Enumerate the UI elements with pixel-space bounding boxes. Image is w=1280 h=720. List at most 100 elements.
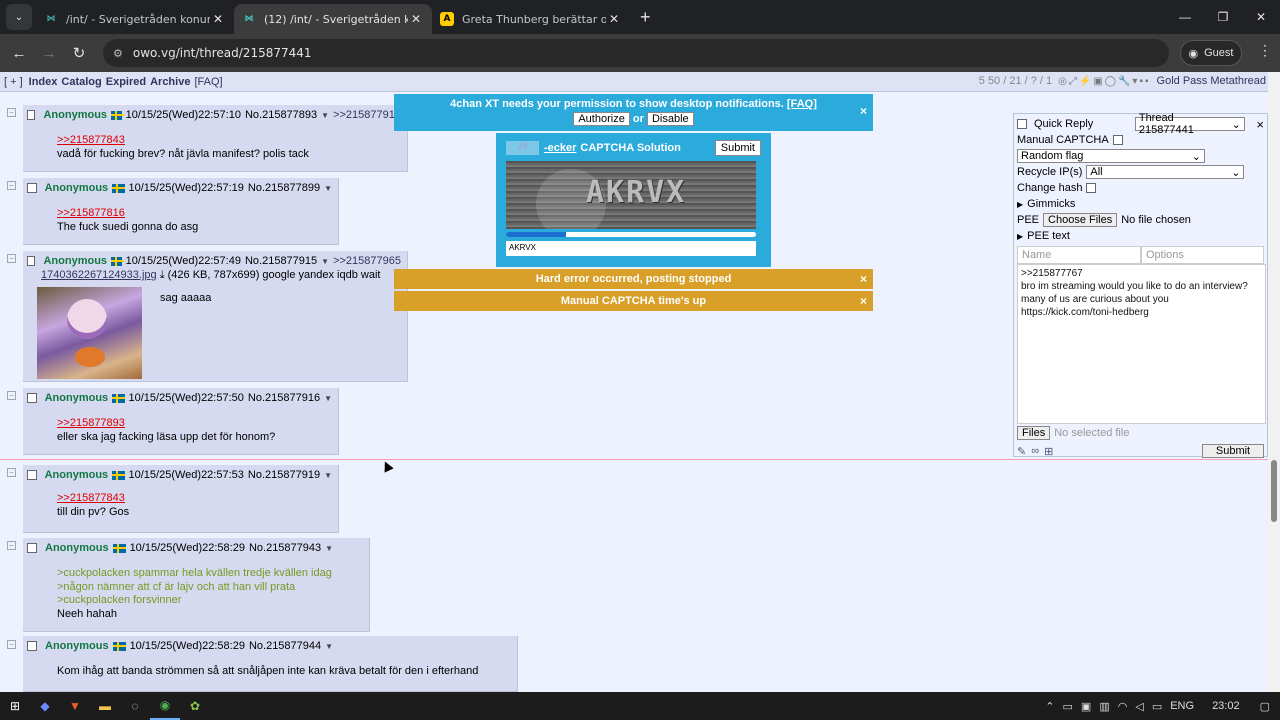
address-bar[interactable]: ⚙ owo.vg/int/thread/215877441 xyxy=(103,39,1169,67)
windows-start-icon[interactable]: ⊞ xyxy=(0,692,30,720)
backlink[interactable]: >>215877916 xyxy=(333,109,401,121)
post-number[interactable]: No.215877919 xyxy=(248,469,320,481)
hide-post-icon[interactable]: − xyxy=(7,108,16,117)
post-number[interactable]: No.215877943 xyxy=(249,542,321,554)
tray-icon[interactable]: ▥ xyxy=(1099,700,1109,713)
captcha-slider[interactable] xyxy=(506,232,756,237)
file-details[interactable]: (426 KB, 787x699) google yandex iqdb wai… xyxy=(168,269,381,281)
brave-icon[interactable]: ▼ xyxy=(60,692,90,720)
choose-files-button[interactable]: Choose Files xyxy=(1043,213,1118,227)
hide-post-icon[interactable]: − xyxy=(7,640,16,649)
notification-faq-link[interactable]: [FAQ] xyxy=(787,98,817,110)
post-number[interactable]: No.215877893 xyxy=(245,109,317,121)
notifications-icon[interactable]: ▢ xyxy=(1260,700,1270,713)
quote-link[interactable]: >>215877816 xyxy=(57,207,332,221)
clock[interactable]: 23:02 xyxy=(1212,700,1240,712)
quote-link[interactable]: >>215877843 xyxy=(57,492,332,506)
nav-expired-link[interactable]: Expired xyxy=(106,76,146,88)
post-checkbox[interactable] xyxy=(27,256,36,266)
quick-reply-pin-checkbox[interactable] xyxy=(1017,119,1027,129)
gimmicks-toggle[interactable]: ▶ Gimmicks xyxy=(1017,196,1264,212)
pee-text-toggle[interactable]: ▶ PEE text xyxy=(1017,228,1264,244)
files-button[interactable]: Files xyxy=(1017,426,1051,440)
browser-tab-3[interactable]: A Greta Thunberg berättar om sk ✕ xyxy=(432,4,630,34)
submit-button[interactable]: Submit xyxy=(1202,444,1264,458)
quote-link[interactable]: >>215877893 xyxy=(57,417,332,431)
forward-icon[interactable]: → xyxy=(34,45,64,62)
browser-tab-2[interactable]: ⋈ (12) /int/ - Sverigetråden konun ✕ xyxy=(234,4,432,34)
post-checkbox[interactable] xyxy=(27,470,37,480)
tray-icon[interactable]: ▣ xyxy=(1081,700,1091,713)
battery-icon[interactable]: ▭ xyxy=(1152,700,1162,713)
tab-close-icon[interactable]: ✕ xyxy=(210,12,226,26)
nav-archive-link[interactable]: Archive xyxy=(150,76,190,88)
volume-icon[interactable]: ◁ xyxy=(1135,700,1143,713)
post-checkbox[interactable] xyxy=(27,641,37,651)
post-menu-icon[interactable]: ▼ xyxy=(324,184,332,193)
wifi-icon[interactable]: ◠ xyxy=(1118,700,1128,713)
post-number[interactable]: No.215877899 xyxy=(248,182,320,194)
post-number[interactable]: No.215877916 xyxy=(248,392,320,404)
nav-index-link[interactable]: Index xyxy=(29,76,58,88)
quote-link[interactable]: >>215877843 xyxy=(57,134,401,148)
manual-captcha-checkbox[interactable] xyxy=(1112,135,1123,145)
download-icon[interactable]: ⤓ xyxy=(160,269,165,281)
hide-post-icon[interactable]: − xyxy=(7,254,16,263)
scrollbar[interactable] xyxy=(1268,72,1280,692)
tray-icon[interactable]: ▭ xyxy=(1063,700,1073,713)
browser-tab-1[interactable]: ⋈ /int/ - Sverigetråden konungen ✕ xyxy=(36,4,234,34)
thread-select[interactable]: Thread 215877441 ⌄ xyxy=(1134,112,1245,136)
post-menu-icon[interactable]: ▼ xyxy=(325,544,333,553)
tab-close-icon[interactable]: ✕ xyxy=(408,12,424,26)
nav-faq-link[interactable]: [FAQ] xyxy=(194,76,222,88)
chevron-up-icon[interactable]: ⌃ xyxy=(1045,700,1054,713)
hide-post-icon[interactable]: − xyxy=(7,391,16,400)
flag-select[interactable]: Random flag ⌄ xyxy=(1017,149,1205,163)
close-window-icon[interactable]: ✕ xyxy=(1242,0,1280,34)
app-icon[interactable]: ◆ xyxy=(30,692,60,720)
change-hash-checkbox[interactable] xyxy=(1086,183,1097,193)
folder-icon[interactable]: ▬ xyxy=(90,692,120,720)
post-number[interactable]: No.215877915 xyxy=(245,255,317,267)
post-menu-icon[interactable]: ▼ xyxy=(324,471,332,480)
post-menu-icon[interactable]: ▼ xyxy=(325,642,333,651)
scrollbar-thumb[interactable] xyxy=(1271,460,1277,522)
back-icon[interactable]: ← xyxy=(4,45,34,62)
menu-icon[interactable]: ⋮ xyxy=(1258,42,1272,59)
close-icon[interactable]: × xyxy=(860,104,867,118)
profile-button[interactable]: ◉ Guest xyxy=(1180,40,1242,66)
nav-catalog-link[interactable]: Catalog xyxy=(61,76,101,88)
settings-icon[interactable]: ◌ xyxy=(120,692,150,720)
chrome-icon[interactable]: ◉ xyxy=(150,692,180,720)
disable-button[interactable]: Disable xyxy=(646,112,694,126)
post-thumbnail[interactable] xyxy=(37,287,142,379)
authorize-button[interactable]: Authorize xyxy=(573,112,630,126)
toggle-boards-link[interactable]: [ + ] xyxy=(4,76,23,88)
post-number[interactable]: No.215877944 xyxy=(249,640,321,652)
toolbar-icons[interactable]: ◎⤢⚡▣◯🔧▾▪▪ xyxy=(1058,76,1150,87)
tab-search-icon[interactable]: ⌄ xyxy=(6,4,32,30)
post-checkbox[interactable] xyxy=(27,110,36,120)
hide-post-icon[interactable]: − xyxy=(7,541,16,550)
gold-pass-link[interactable]: Gold Pass Metathread xyxy=(1157,75,1266,87)
minimize-icon[interactable]: — xyxy=(1166,0,1204,34)
close-icon[interactable]: × xyxy=(860,269,867,289)
pencil-icon[interactable]: ✎ xyxy=(1017,445,1026,458)
reload-icon[interactable]: ↻ xyxy=(64,44,94,62)
hide-post-icon[interactable]: − xyxy=(7,468,16,477)
close-icon[interactable]: × xyxy=(1256,117,1264,132)
post-checkbox[interactable] xyxy=(27,543,37,553)
close-icon[interactable]: × xyxy=(860,291,867,311)
post-checkbox[interactable] xyxy=(27,393,37,403)
hide-post-icon[interactable]: − xyxy=(7,181,16,190)
app-icon[interactable]: ✿ xyxy=(180,692,210,720)
add-icon[interactable]: ⊞ xyxy=(1044,445,1053,458)
post-menu-icon[interactable]: ▼ xyxy=(321,257,329,266)
comment-textarea[interactable]: >>215877767 bro im streaming would you l… xyxy=(1017,264,1266,424)
recycle-ip-select[interactable]: All ⌄ xyxy=(1086,165,1245,179)
name-field[interactable]: Name xyxy=(1017,246,1141,264)
new-tab-button[interactable]: + xyxy=(630,7,661,34)
site-info-icon[interactable]: ⚙ xyxy=(113,47,123,60)
post-menu-icon[interactable]: ▼ xyxy=(321,111,329,120)
captcha-input[interactable]: AKRVX xyxy=(506,241,756,256)
